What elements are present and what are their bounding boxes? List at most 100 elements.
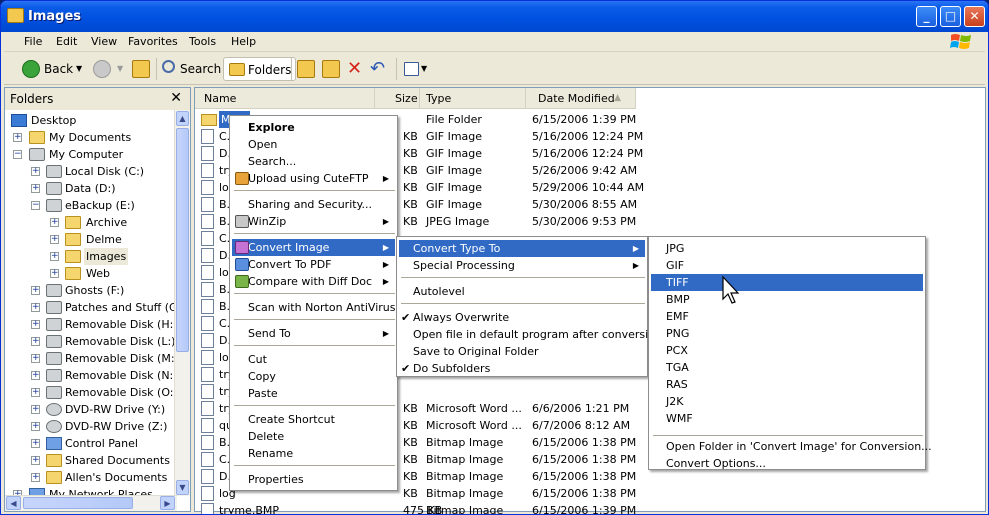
column-header-name[interactable]: Name (195, 88, 375, 109)
tree-item-control-panel[interactable]: + Control Panel (31, 435, 176, 452)
menu-item-always-overwrite[interactable]: ✔ Always Overwrite (399, 309, 645, 326)
scroll-thumb[interactable] (23, 497, 133, 509)
menu-item-convert-pdf[interactable]: Convert To PDF ▶ (232, 256, 395, 273)
expand-icon[interactable]: + (31, 320, 40, 329)
title-bar[interactable]: Images _ □ ✕ (1, 1, 988, 32)
menu-item-paste[interactable]: Paste (232, 385, 395, 402)
move-to-icon[interactable] (297, 60, 315, 78)
expand-icon[interactable]: + (31, 456, 40, 465)
expand-icon[interactable]: + (50, 235, 59, 244)
menu-file[interactable]: File (24, 35, 42, 48)
tree-item-removable-h[interactable]: + Removable Disk (H:) (31, 316, 177, 333)
menu-item-delete[interactable]: Delete (232, 428, 395, 445)
delete-icon[interactable]: ✕ (347, 57, 362, 81)
forward-arrow-icon[interactable] (93, 60, 111, 78)
tree-item-dvd-y[interactable]: + DVD-RW Drive (Y:) (31, 401, 176, 418)
forward-dropdown-icon[interactable]: ▼ (117, 57, 123, 81)
column-header-size[interactable]: Size (375, 88, 420, 109)
close-pane-icon[interactable]: ✕ (170, 90, 182, 106)
tree-item-removable-m[interactable]: + Removable Disk (M:) (31, 350, 177, 367)
menu-item-type-bmp[interactable]: BMP (651, 291, 923, 308)
expand-icon[interactable]: + (31, 422, 40, 431)
views-dropdown-icon[interactable]: ▼ (421, 57, 427, 81)
tree-horizontal-scrollbar[interactable]: ◀ ▶ (5, 495, 177, 511)
menu-item-type-jpg[interactable]: JPG (651, 240, 923, 257)
menu-item-special-processing[interactable]: Special Processing ▶ (399, 257, 645, 274)
scroll-right-icon[interactable]: ▶ (160, 496, 175, 510)
undo-icon[interactable]: ↶ (370, 57, 385, 81)
menu-item-create-shortcut[interactable]: Create Shortcut (232, 411, 395, 428)
tree-item-my-documents[interactable]: + My Documents (13, 129, 173, 146)
expand-icon[interactable]: + (50, 252, 59, 261)
expand-icon[interactable]: + (31, 439, 40, 448)
copy-to-icon[interactable] (322, 60, 340, 78)
menu-item-compare[interactable]: Compare with Diff Doc ▶ (232, 273, 395, 290)
tree-item-removable-o[interactable]: + Removable Disk (O:) (31, 384, 177, 401)
menu-item-autolevel[interactable]: Autolevel (399, 283, 645, 300)
menu-item-type-emf[interactable]: EMF (651, 308, 923, 325)
tree-vertical-scrollbar[interactable]: ▲ ▼ (174, 110, 190, 496)
expand-icon[interactable]: + (50, 218, 59, 227)
tree-item-allens-documents[interactable]: + Allen's Documents (31, 469, 176, 486)
tree-item-my-computer[interactable]: − My Computer (13, 146, 173, 163)
tree-item-local-disk-c[interactable]: + Local Disk (C:) (31, 163, 176, 180)
menu-item-convert-options[interactable]: Convert Options... (651, 455, 923, 472)
column-header-type[interactable]: Type (420, 88, 526, 109)
menu-help[interactable]: Help (231, 35, 256, 48)
expand-icon[interactable]: + (50, 269, 59, 278)
back-arrow-icon[interactable] (22, 60, 40, 78)
scroll-thumb[interactable] (176, 128, 189, 352)
scroll-up-icon[interactable]: ▲ (176, 111, 189, 126)
tree-item-delme[interactable]: + Delme (50, 231, 176, 248)
menu-item-scan[interactable]: Scan with Norton AntiVirus (232, 299, 396, 316)
up-folder-icon[interactable] (132, 60, 150, 78)
expand-icon[interactable]: + (31, 473, 40, 482)
menu-item-save-original[interactable]: Save to Original Folder (399, 343, 645, 360)
menu-favorites[interactable]: Favorites (128, 35, 178, 48)
menu-item-type-gif[interactable]: GIF (651, 257, 923, 274)
menu-item-type-tiff[interactable]: TIFF (651, 274, 923, 291)
minimize-button[interactable]: _ (916, 6, 937, 27)
menu-item-search[interactable]: Search... (232, 153, 395, 170)
expand-icon[interactable]: + (31, 303, 40, 312)
tree-item-shared-documents[interactable]: + Shared Documents (31, 452, 176, 469)
menu-item-open[interactable]: Open (232, 136, 395, 153)
menu-item-cut[interactable]: Cut (232, 351, 395, 368)
menu-item-upload[interactable]: Upload using CuteFTP ▶ (232, 170, 395, 187)
scroll-down-icon[interactable]: ▼ (176, 480, 189, 495)
menu-item-type-wmf[interactable]: WMF (651, 410, 923, 427)
search-icon[interactable] (162, 60, 175, 73)
tree-item-ebackup-e[interactable]: − eBackup (E:) (31, 197, 176, 214)
menu-edit[interactable]: Edit (56, 35, 77, 48)
tree-item-images[interactable]: + Images (50, 248, 176, 265)
collapse-icon[interactable]: − (31, 201, 40, 210)
maximize-button[interactable]: □ (940, 6, 961, 27)
back-button[interactable]: Back (44, 57, 73, 81)
expand-icon[interactable]: + (31, 388, 40, 397)
tree-item-removable-l[interactable]: + Removable Disk (L:) (31, 333, 176, 350)
tree-item-web[interactable]: + Web (50, 265, 176, 282)
tree-item-desktop[interactable]: Desktop (11, 112, 171, 129)
menu-item-send-to[interactable]: Send To ▶ (232, 325, 395, 342)
expand-icon[interactable]: + (31, 354, 40, 363)
back-dropdown-icon[interactable]: ▼ (76, 57, 82, 81)
expand-icon[interactable]: + (31, 371, 40, 380)
menu-item-type-png[interactable]: PNG (651, 325, 923, 342)
menu-item-type-tga[interactable]: TGA (651, 359, 923, 376)
expand-icon[interactable]: + (13, 133, 22, 142)
menu-item-open-folder[interactable]: Open Folder in 'Convert Image' for Conve… (651, 438, 932, 455)
menu-item-type-ras[interactable]: RAS (651, 376, 923, 393)
menu-item-do-subfolders[interactable]: ✔ Do Subfolders (399, 360, 645, 377)
menu-item-type-pcx[interactable]: PCX (651, 342, 923, 359)
column-header-date[interactable]: Date Modified ▲ (526, 88, 636, 109)
menu-item-sharing[interactable]: Sharing and Security... (232, 196, 395, 213)
expand-icon[interactable]: + (31, 184, 40, 193)
menu-tools[interactable]: Tools (189, 35, 216, 48)
menu-item-type-j2k[interactable]: J2K (651, 393, 923, 410)
menu-item-winzip[interactable]: WinZip ▶ (232, 213, 395, 230)
menu-item-properties[interactable]: Properties (232, 471, 395, 488)
tree-item-patches-g[interactable]: + Patches and Stuff (G:) (31, 299, 177, 316)
collapse-icon[interactable]: − (13, 150, 22, 159)
menu-item-explore[interactable]: Explore (232, 119, 395, 136)
menu-item-open-default[interactable]: Open file in default program after conve… (399, 326, 662, 343)
